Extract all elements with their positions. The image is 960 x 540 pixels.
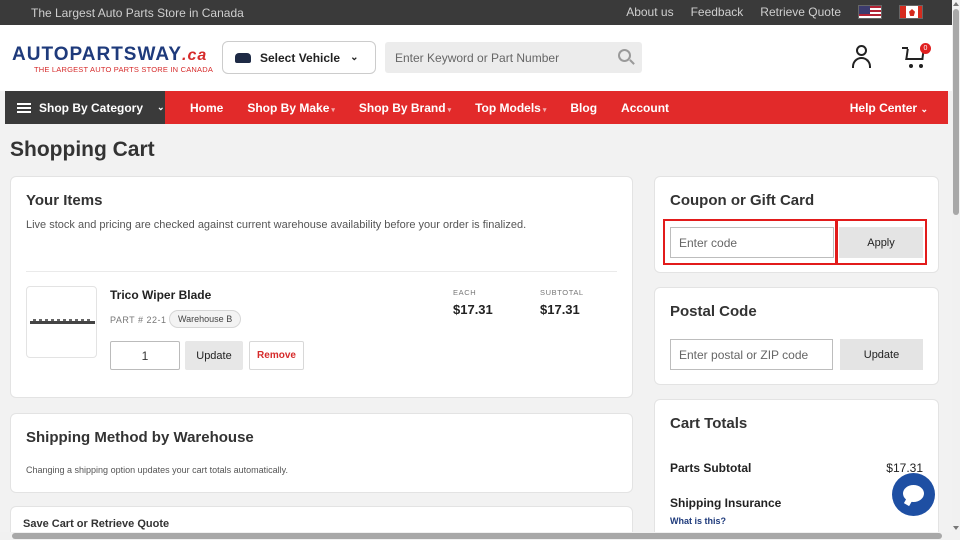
site-logo[interactable]: AUTOPARTSWAY.ca THE LARGEST AUTO PARTS S…	[12, 45, 213, 74]
chevron-down-icon: ⌄	[350, 52, 359, 63]
page-title: Shopping Cart	[10, 138, 155, 161]
top-links: About us Feedback Retrieve Quote	[626, 5, 923, 19]
select-vehicle-label: Select Vehicle	[260, 50, 341, 65]
scroll-up-arrow-icon[interactable]	[953, 2, 959, 6]
product-thumbnail[interactable]	[26, 286, 97, 358]
select-vehicle-button[interactable]: Select Vehicle ⌄	[222, 41, 376, 74]
caret-down-icon: ▾	[542, 106, 547, 114]
each-label: EACH	[453, 288, 477, 297]
category-label: Shop By Category	[39, 100, 144, 115]
coupon-title: Coupon or Gift Card	[670, 192, 815, 209]
stock-note: Live stock and pricing are checked again…	[26, 219, 527, 231]
product-part-number: PART # 22-1	[110, 315, 167, 325]
apply-coupon-button[interactable]: Apply	[839, 227, 923, 258]
account-icon[interactable]	[851, 45, 873, 69]
postal-code-card: Postal Code Update	[654, 287, 939, 385]
chevron-down-icon: ⌄	[157, 102, 165, 112]
chevron-down-icon: ⌄	[920, 104, 928, 114]
caret-down-icon: ▾	[331, 106, 335, 114]
your-items-card: Your Items Live stock and pricing are ch…	[10, 176, 633, 398]
shop-by-category-button[interactable]: Shop By Category ⌄	[5, 91, 165, 124]
shipping-note: Changing a shipping option updates your …	[26, 465, 288, 475]
site-header: AUTOPARTSWAY.ca THE LARGEST AUTO PARTS S…	[0, 25, 952, 91]
horizontal-scrollbar[interactable]	[0, 532, 952, 540]
quantity-input[interactable]	[110, 341, 180, 370]
remove-item-button[interactable]: Remove	[249, 341, 304, 370]
product-name[interactable]: Trico Wiper Blade	[110, 288, 211, 302]
wiper-blade-image	[30, 319, 95, 324]
postal-code-title: Postal Code	[670, 303, 757, 320]
coupon-card: Coupon or Gift Card Apply	[654, 176, 939, 273]
about-us-link[interactable]: About us	[626, 5, 673, 19]
caret-down-icon: ▾	[447, 106, 452, 114]
tagline: The Largest Auto Parts Store in Canada	[31, 6, 244, 20]
what-is-this-link[interactable]: What is this?	[670, 516, 726, 526]
logo-subtitle: THE LARGEST AUTO PARTS STORE IN CANADA	[34, 65, 214, 74]
subtotal-label: SUBTOTAL	[540, 288, 584, 297]
nav-item-account[interactable]: Account	[621, 101, 669, 115]
nav-item-label: Shop By Make	[247, 100, 330, 115]
shipping-method-title: Shipping Method by Warehouse	[26, 429, 254, 446]
chat-bubble-icon	[903, 485, 924, 502]
update-postal-button[interactable]: Update	[840, 339, 923, 370]
chat-button[interactable]	[892, 473, 935, 516]
nav-item-label: Shop By Brand	[358, 100, 446, 115]
vertical-scroll-thumb[interactable]	[953, 9, 959, 215]
feedback-link[interactable]: Feedback	[691, 5, 744, 19]
nav-item-shop-by-make[interactable]: Shop By Make ▾	[247, 101, 335, 115]
divider	[26, 271, 617, 272]
nav-item-home[interactable]: Home	[190, 101, 223, 115]
nav-item-label: Top Models	[475, 100, 541, 115]
cart-totals-card: Cart Totals Parts Subtotal $17.31 Shippi…	[654, 399, 939, 540]
logo-suffix: .ca	[182, 47, 208, 64]
retrieve-quote-link[interactable]: Retrieve Quote	[760, 5, 841, 19]
save-cart-title[interactable]: Save Cart or Retrieve Quote	[23, 518, 169, 530]
nav-item-shop-by-brand[interactable]: Shop By Brand ▾	[359, 101, 451, 115]
shipping-method-card: Shipping Method by Warehouse Changing a …	[10, 413, 633, 493]
canada-flag-icon[interactable]	[899, 5, 923, 19]
parts-subtotal-label: Parts Subtotal	[670, 461, 752, 475]
your-items-title: Your Items	[26, 192, 103, 209]
help-center-menu[interactable]: Help Center ⌄	[850, 101, 928, 115]
scroll-down-arrow-icon[interactable]	[953, 526, 959, 530]
cart-totals-title: Cart Totals	[670, 415, 748, 432]
each-price: $17.31	[453, 302, 493, 317]
logo-main-text: AUTOPARTSWAY	[12, 44, 183, 65]
warehouse-badge: Warehouse B	[169, 310, 242, 328]
help-center-label: Help Center	[849, 101, 918, 115]
nav-item-blog[interactable]: Blog	[570, 101, 597, 115]
subtotal-price: $17.31	[540, 302, 580, 317]
horizontal-scroll-thumb[interactable]	[12, 533, 942, 539]
us-flag-icon[interactable]	[858, 5, 882, 19]
top-bar: The Largest Auto Parts Store in Canada A…	[0, 0, 952, 25]
update-quantity-button[interactable]: Update	[185, 341, 243, 370]
nav-item-top-models[interactable]: Top Models ▾	[475, 101, 546, 115]
main-nav: Shop By Category ⌄ Home Shop By Make ▾ Sh…	[5, 91, 948, 124]
vertical-scrollbar[interactable]	[952, 0, 960, 540]
coupon-code-input[interactable]	[670, 227, 834, 258]
car-icon	[235, 52, 251, 63]
search-input[interactable]	[385, 42, 605, 73]
search-icon[interactable]	[618, 49, 631, 62]
menu-icon	[17, 102, 31, 113]
shipping-insurance-label: Shipping Insurance	[670, 496, 782, 510]
cart-count-badge: 0	[920, 43, 931, 54]
search-box	[385, 42, 642, 73]
postal-code-input[interactable]	[670, 339, 833, 370]
